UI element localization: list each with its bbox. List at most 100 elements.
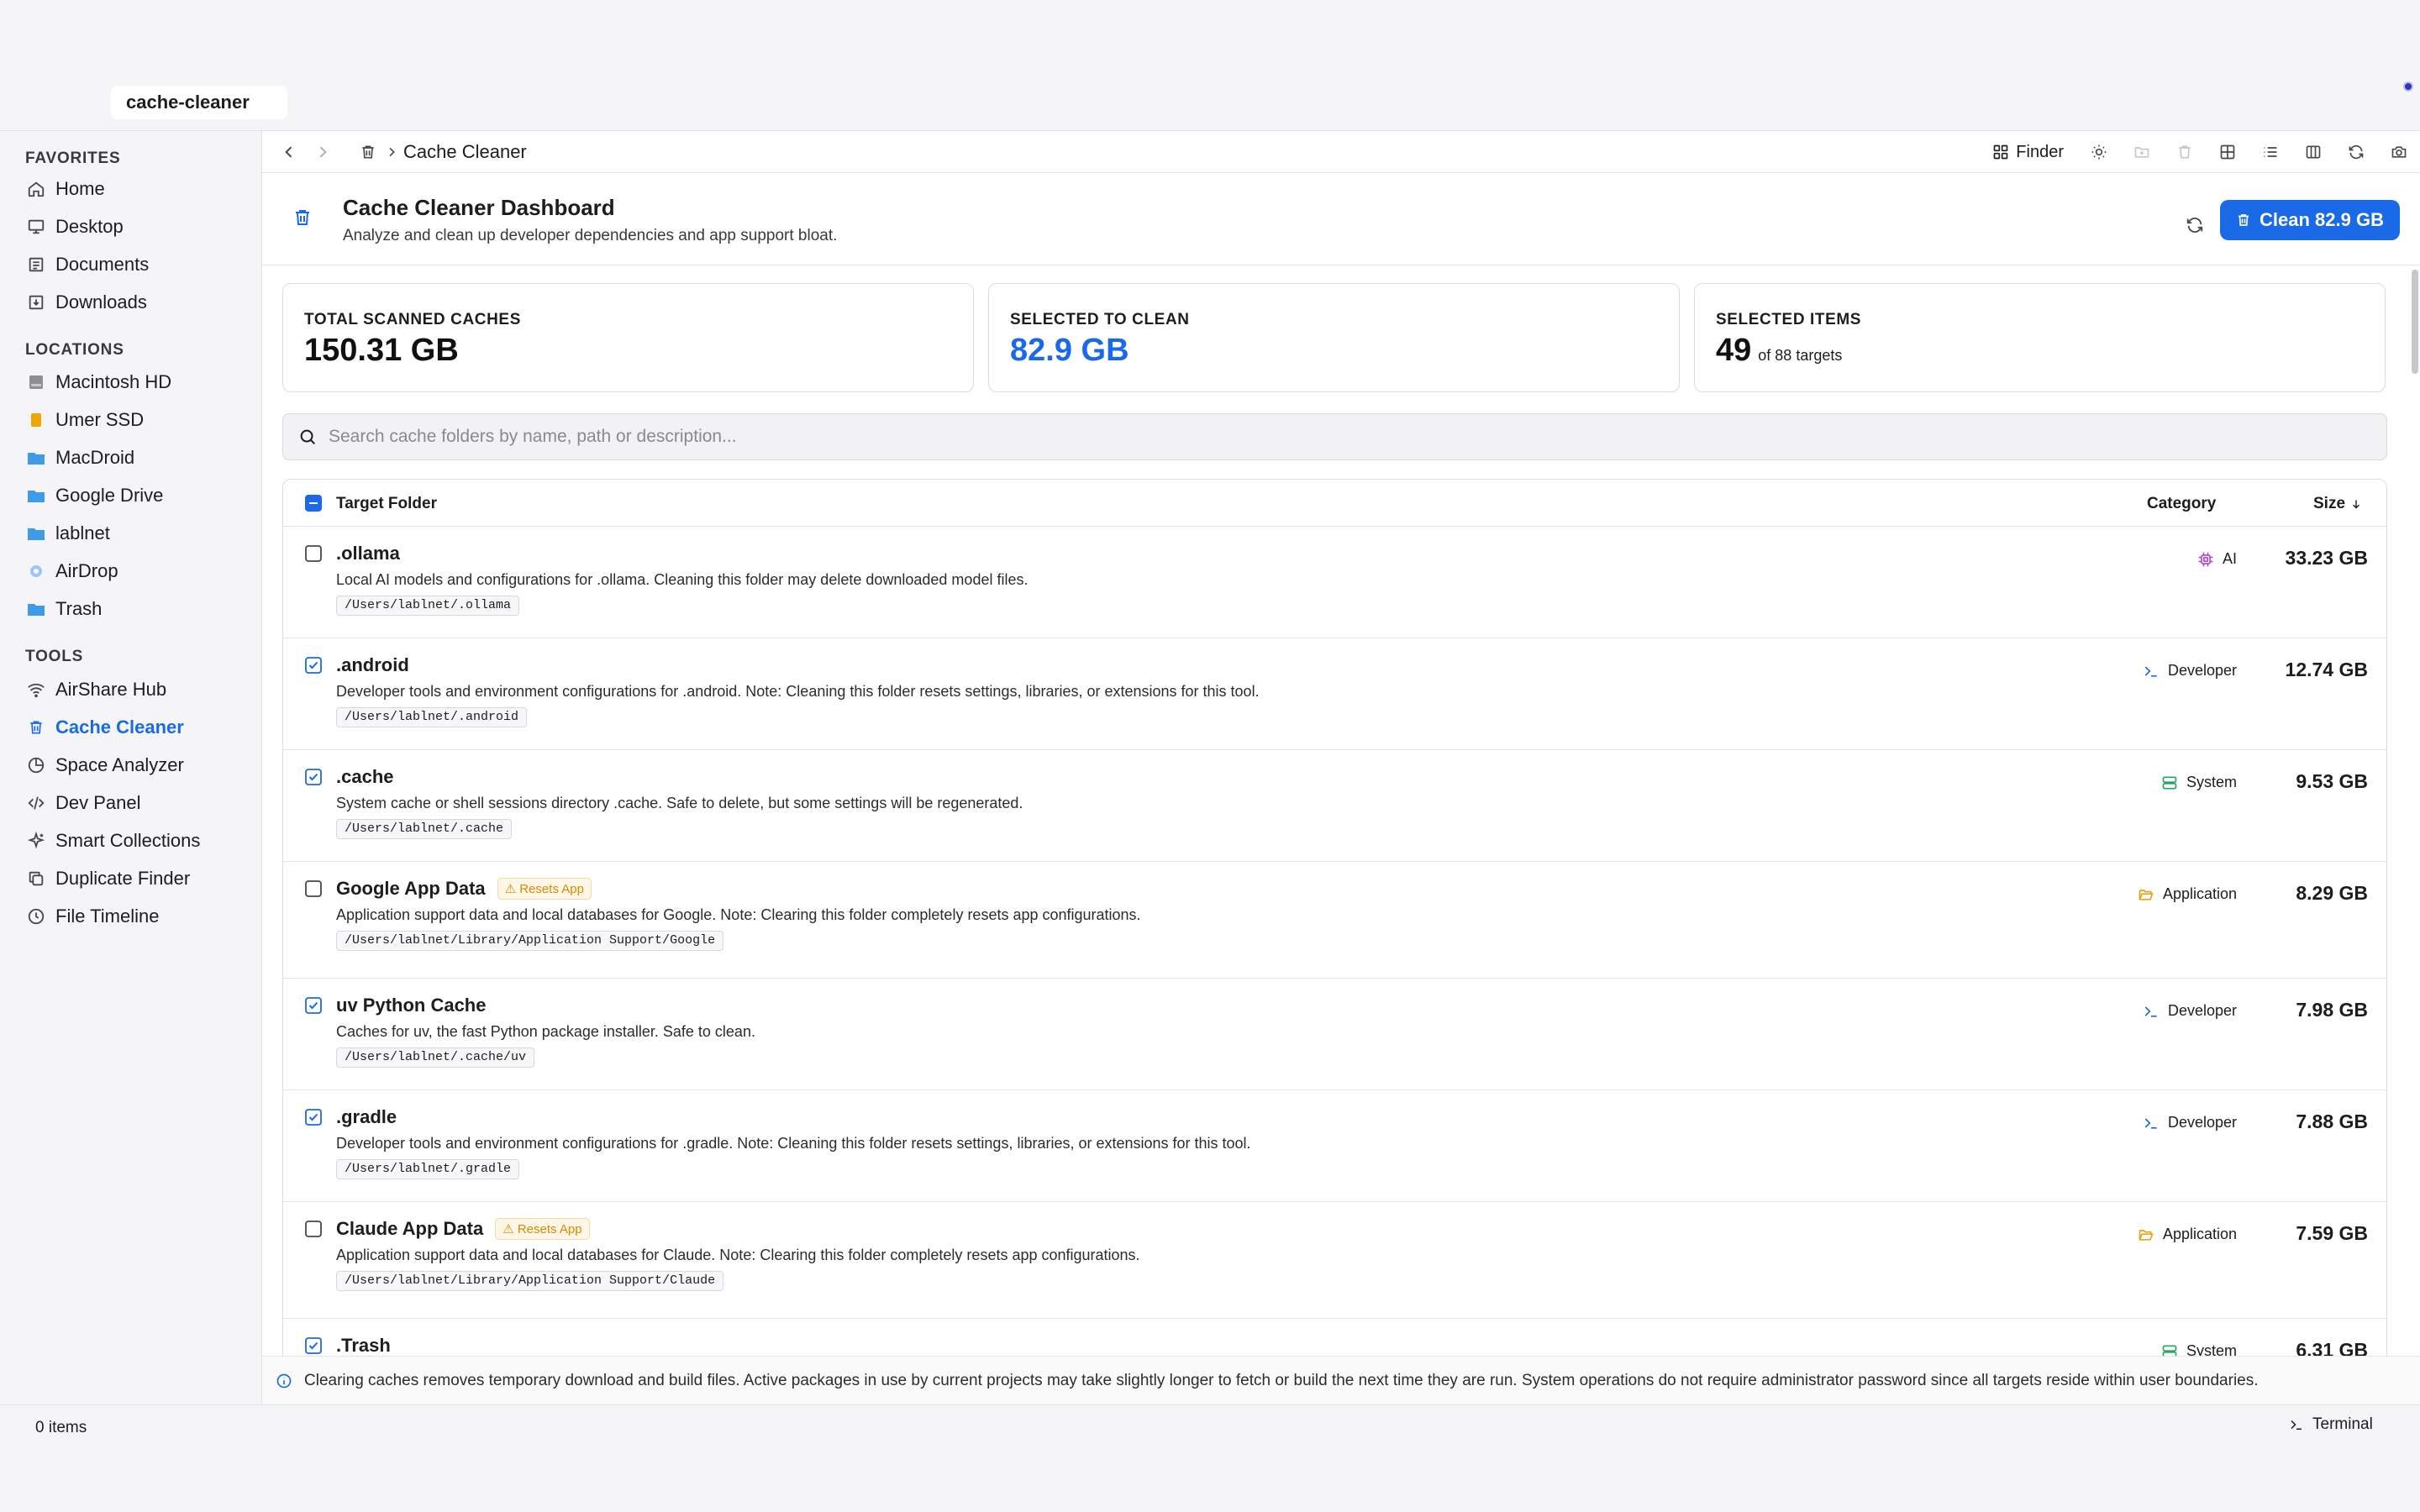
sparkles-icon (25, 830, 47, 852)
sidebar-item-home[interactable]: Home (25, 172, 105, 206)
toolbar: Cache Cleaner Finder (262, 131, 2420, 173)
sidebar-item-google-drive[interactable]: Google Drive (25, 479, 163, 512)
sidebar-item-label: Home (55, 178, 105, 199)
main-content: Cache Cleaner Finder Cache Cleaner Dashb… (262, 131, 2420, 1404)
column-view-icon[interactable] (2291, 135, 2334, 169)
sidebar-item-label: Space Analyzer (55, 754, 184, 775)
sidebar-item-label: Google Drive (55, 485, 164, 506)
row-category: Application (2138, 1226, 2237, 1243)
sidebar-item-airshare-hub[interactable]: AirShare Hub (25, 673, 166, 706)
sidebar-item-smart-collections[interactable]: Smart Collections (25, 824, 200, 858)
sidebar-heading-locations: LOCATIONS (25, 341, 124, 359)
sidebar-item-desktop[interactable]: Desktop (25, 210, 124, 244)
search-icon (300, 429, 315, 444)
table-row[interactable]: Google App Data ⚠ Resets App Application s… (283, 862, 2386, 979)
grid-view-icon[interactable] (2206, 135, 2249, 169)
scrollbar[interactable] (2412, 270, 2418, 374)
forward-button[interactable] (306, 135, 339, 169)
resets-app-badge: ⚠ Resets App (495, 1218, 590, 1240)
table-row[interactable]: .ollama Local AI models and configuration… (283, 527, 2386, 638)
finder-button[interactable]: Finder (1992, 143, 2064, 162)
row-category: System (2161, 774, 2237, 791)
table-row[interactable]: .Trash System 6.31 GB (283, 1319, 2386, 1358)
select-all-checkbox[interactable] (305, 495, 322, 512)
window-tab[interactable]: cache-cleaner (111, 86, 287, 119)
clean-button[interactable]: Clean 82.9 GB (2220, 200, 2400, 240)
sidebar-item-label: Trash (55, 598, 103, 619)
row-category-label: Developer (2167, 662, 2237, 679)
sun-icon[interactable] (2077, 135, 2120, 169)
sidebar-item-airdrop[interactable]: AirDrop (25, 554, 118, 588)
chip-icon (2198, 552, 2213, 566)
row-category-label: AI (2222, 550, 2237, 567)
sidebar-item-duplicate-finder[interactable]: Duplicate Finder (25, 862, 190, 895)
row-name: .android (336, 654, 409, 675)
sidebar-item-trash[interactable]: Trash (25, 592, 102, 626)
terminal-icon (2291, 1420, 2302, 1430)
rescan-button[interactable] (2178, 208, 2212, 242)
checkbox-checked[interactable] (305, 1337, 322, 1354)
delete-icon[interactable] (2163, 135, 2206, 169)
refresh-icon[interactable] (2334, 135, 2377, 169)
row-name-line: uv Python Cache (336, 995, 486, 1016)
row-description: Application support data and local datab… (336, 1247, 1140, 1263)
checkbox-unchecked[interactable] (305, 545, 322, 562)
stat-value: 82.9 GB (1010, 333, 1129, 368)
checkbox-checked[interactable] (305, 997, 322, 1014)
table-row[interactable]: .cache System cache or shell sessions dir… (283, 750, 2386, 862)
list-view-icon[interactable] (2249, 135, 2291, 169)
checkbox-checked[interactable] (305, 657, 322, 674)
trash-icon (25, 717, 47, 738)
column-header-folder[interactable]: Target Folder (336, 495, 437, 513)
arrow-down-icon (2353, 500, 2360, 509)
new-folder-icon[interactable] (2120, 135, 2163, 169)
search-input[interactable] (329, 427, 2386, 447)
breadcrumb[interactable]: Cache Cleaner (403, 141, 527, 163)
sidebar-item-macdroid[interactable]: MacDroid (25, 441, 134, 475)
wifi-icon (25, 679, 47, 701)
stat-suffix: of 88 targets (1758, 347, 1843, 364)
table-row[interactable]: uv Python Cache Caches for uv, the fast P… (283, 979, 2386, 1090)
folder-icon (25, 447, 47, 469)
search-bar (282, 413, 2387, 460)
stat-label: TOTAL SCANNED CACHES (304, 311, 521, 328)
dashboard-header: Cache Cleaner Dashboard Analyze and clea… (262, 173, 2420, 265)
sidebar-item-umer-ssd[interactable]: Umer SSD (25, 403, 144, 437)
checkbox-unchecked[interactable] (305, 880, 322, 897)
row-category-label: Application (2162, 885, 2237, 902)
stat-card-items: SELECTED ITEMS 49 of 88 targets (1694, 283, 2386, 392)
terminal-button[interactable]: Terminal (2289, 1415, 2373, 1434)
row-description: Application support data and local datab… (336, 906, 1141, 923)
sidebar-item-file-timeline[interactable]: File Timeline (25, 900, 159, 933)
table-row[interactable]: .android Developer tools and environment … (283, 638, 2386, 750)
sidebar-item-label: File Timeline (55, 906, 160, 927)
checkbox-checked[interactable] (305, 1109, 322, 1126)
checkbox-unchecked[interactable] (305, 1221, 322, 1237)
info-banner: Clearing caches removes temporary downlo… (262, 1356, 2420, 1404)
stat-card-total: TOTAL SCANNED CACHES 150.31 GB (282, 283, 974, 392)
column-header-category[interactable]: Category (2147, 495, 2216, 513)
sidebar-item-dev-panel[interactable]: Dev Panel (25, 786, 141, 820)
back-button[interactable] (272, 135, 306, 169)
row-description: System cache or shell sessions directory… (336, 795, 1023, 811)
sidebar-item-label: Duplicate Finder (55, 868, 191, 889)
code-icon (25, 792, 47, 814)
sidebar-item-space-analyzer[interactable]: Space Analyzer (25, 748, 184, 782)
row-description: Developer tools and environment configur… (336, 1135, 1251, 1152)
folder-icon (25, 522, 47, 544)
sidebar-item-documents[interactable]: Documents (25, 248, 149, 281)
sidebar-item-label: Desktop (55, 216, 124, 237)
checkbox-checked[interactable] (305, 769, 322, 785)
folder-open-icon (2139, 889, 2154, 900)
sidebar-item-lablnet[interactable]: lablnet (25, 517, 110, 550)
sidebar-heading-tools: TOOLS (25, 648, 84, 665)
sidebar-item-cache-cleaner[interactable]: Cache Cleaner (25, 711, 184, 744)
breadcrumb-trash-icon[interactable] (351, 135, 385, 169)
sidebar-item-downloads[interactable]: Downloads (25, 286, 147, 319)
row-name-line: Google App Data ⚠ Resets App (336, 878, 592, 900)
sidebar-item-macintosh-hd[interactable]: Macintosh HD (25, 365, 171, 399)
table-row[interactable]: Claude App Data ⚠ Resets App Application s… (283, 1202, 2386, 1319)
column-header-size[interactable]: Size (2313, 495, 2362, 513)
camera-icon[interactable] (2377, 135, 2420, 169)
table-row[interactable]: .gradle Developer tools and environment c… (283, 1090, 2386, 1202)
